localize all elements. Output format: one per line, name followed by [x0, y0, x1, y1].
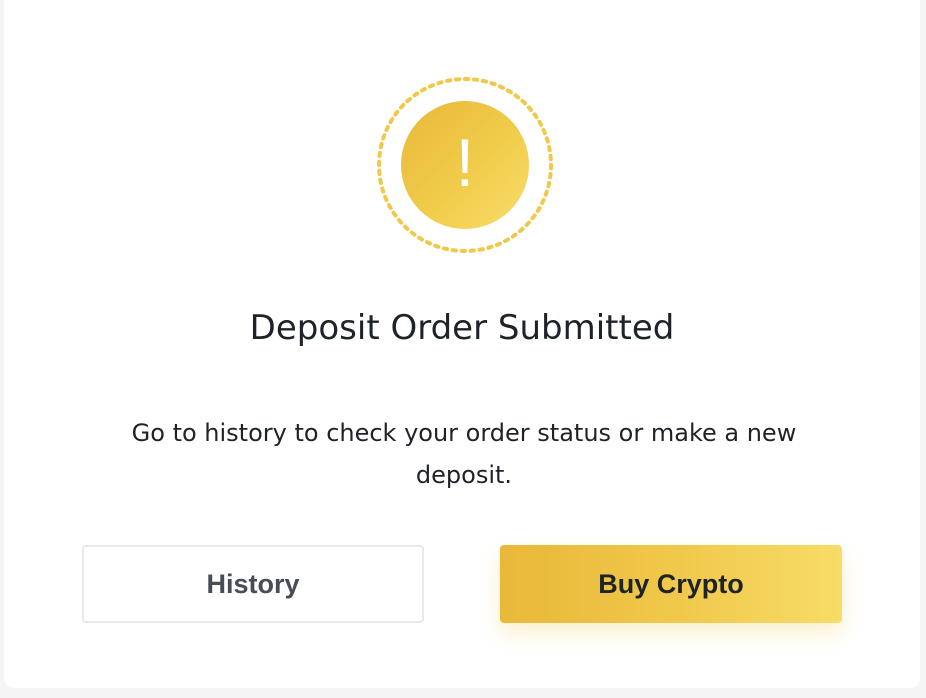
exclamation-icon: !	[455, 125, 475, 201]
history-button[interactable]: History	[82, 545, 424, 623]
deposit-confirmation-card: ! Deposit Order Submitted Go to history …	[4, 0, 920, 688]
page-title: Deposit Order Submitted	[249, 308, 675, 348]
warning-badge: !	[401, 101, 529, 229]
buy-crypto-button[interactable]: Buy Crypto	[500, 545, 842, 623]
status-graphic: !	[374, 74, 556, 256]
status-description: Go to history to check your order status…	[131, 419, 797, 489]
